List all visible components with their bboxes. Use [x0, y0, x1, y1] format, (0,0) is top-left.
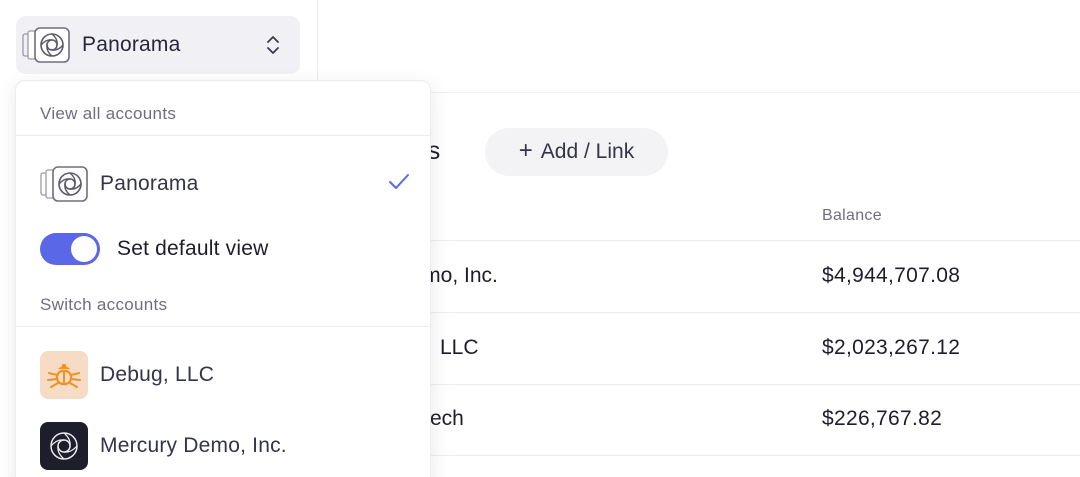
table-row-balance: $4,944,707.08 [822, 264, 961, 287]
table-row-balance: $226,767.82 [822, 407, 943, 430]
account-switcher-label: Panorama [82, 33, 181, 56]
switch-accounts-heading: Switch accounts [40, 295, 168, 314]
row-divider [430, 312, 1080, 313]
plus-icon: + [518, 137, 533, 164]
default-view-toggle[interactable] [40, 233, 100, 265]
table-row-name[interactable]: LLC [440, 336, 479, 360]
default-view-setting: Set default view [40, 231, 268, 267]
dropdown-item-label: Mercury Demo, Inc. [100, 434, 287, 457]
mercury-logo-icon [40, 422, 88, 470]
header-divider [318, 92, 1080, 93]
balance-column-header: Balance [822, 207, 882, 224]
dropdown-item-panorama[interactable]: Panorama [40, 159, 410, 209]
account-dropdown: View all accounts Panorama Set default v… [15, 80, 431, 477]
add-link-label: Add / Link [540, 140, 635, 163]
bug-icon [40, 351, 88, 399]
row-divider [430, 240, 1080, 241]
dropdown-item-label: Debug, LLC [100, 363, 215, 386]
dropdown-divider [16, 326, 430, 327]
table-row-balance: $2,023,267.12 [822, 336, 961, 359]
panorama-icon [22, 26, 70, 64]
row-divider [430, 455, 1080, 456]
checkmark-icon [389, 174, 409, 189]
view-all-accounts-heading: View all accounts [40, 104, 177, 123]
row-divider [430, 384, 1080, 385]
add-link-button[interactable]: + Add / Link [485, 128, 668, 176]
dropdown-item-mercury-demo[interactable]: Mercury Demo, Inc. [40, 421, 410, 471]
panorama-icon [40, 165, 88, 203]
toggle-knob [71, 236, 97, 262]
account-switcher[interactable]: Panorama [16, 16, 300, 74]
default-view-label: Set default view [117, 237, 269, 260]
dropdown-divider [16, 135, 430, 136]
table-row-name[interactable]: ech [430, 407, 464, 431]
dropdown-item-label: Panorama [100, 172, 199, 195]
chevron-up-down-icon [267, 36, 279, 54]
dropdown-item-debug-llc[interactable]: Debug, LLC [40, 350, 410, 400]
